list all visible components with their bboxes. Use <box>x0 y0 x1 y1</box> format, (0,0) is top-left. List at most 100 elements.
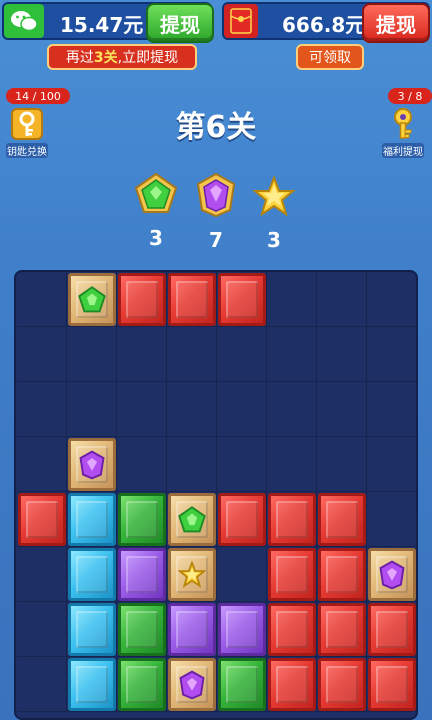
block-red[interactable] <box>318 658 366 711</box>
block-green[interactable] <box>218 658 266 711</box>
gold-star-icon <box>252 175 296 217</box>
board-cell <box>267 437 317 492</box>
green-gem-icon <box>178 505 206 532</box>
wechat-icon <box>4 4 44 38</box>
block-red[interactable] <box>218 493 266 546</box>
block-bevel <box>326 611 358 648</box>
board-cell <box>217 547 267 602</box>
cash-amount: 15.47元 <box>60 13 144 37</box>
redpacket-amount: 666.8元 <box>282 13 366 37</box>
block-bevel <box>76 556 108 593</box>
red-packet-icon <box>224 4 258 38</box>
board-cell <box>367 437 416 492</box>
block-red[interactable] <box>168 273 216 326</box>
level-targets: 3 7 3 <box>132 172 302 262</box>
block-bevel <box>226 501 258 538</box>
purple-gem-icon <box>79 450 105 479</box>
target-green-count: 3 <box>149 226 163 250</box>
tip-highlight: 3关 <box>93 50 118 66</box>
withdraw-cash-button[interactable]: 提现 <box>146 3 214 43</box>
board-cell <box>367 272 416 327</box>
block-purple[interactable] <box>168 603 216 656</box>
board-cell <box>367 382 416 437</box>
block-green[interactable] <box>118 603 166 656</box>
board-cell <box>67 327 117 382</box>
board-cell <box>17 437 67 492</box>
block-bevel <box>126 666 158 703</box>
block-green[interactable] <box>118 658 166 711</box>
block-red[interactable] <box>318 548 366 601</box>
block-bevel <box>76 666 108 703</box>
block-bevel <box>276 666 308 703</box>
block-bevel <box>376 611 408 648</box>
block-red[interactable] <box>318 493 366 546</box>
purple-gem-icon <box>196 172 236 218</box>
block-red[interactable] <box>268 603 316 656</box>
board-cell <box>17 327 67 382</box>
board-cell <box>317 272 367 327</box>
block-bevel <box>276 611 308 648</box>
withdraw-redpacket-button[interactable]: 提现 <box>362 3 430 43</box>
cash-wallet: 15.47元 提现 <box>2 2 214 43</box>
target-purple-count: 7 <box>209 228 223 252</box>
board-cell <box>117 437 167 492</box>
block-bevel <box>126 501 158 538</box>
block-bevel <box>26 501 58 538</box>
target-star: 3 <box>250 175 298 252</box>
gem-block-star[interactable] <box>168 548 216 601</box>
gem-block-purple[interactable] <box>168 658 216 711</box>
block-red[interactable] <box>18 493 66 546</box>
board-cell <box>67 382 117 437</box>
block-bevel <box>326 501 358 538</box>
board-cell <box>317 382 367 437</box>
block-red[interactable] <box>268 658 316 711</box>
block-red[interactable] <box>368 603 416 656</box>
block-cyan[interactable] <box>68 493 116 546</box>
block-bevel <box>126 556 158 593</box>
block-red[interactable] <box>118 273 166 326</box>
game-board[interactable] <box>14 270 418 720</box>
block-bevel <box>226 666 258 703</box>
board-cell <box>317 327 367 382</box>
block-red[interactable] <box>218 273 266 326</box>
block-bevel <box>76 611 108 648</box>
board-cell <box>17 547 67 602</box>
top-bar: 15.47元 提现 666.8元 提现 <box>0 0 432 48</box>
redpacket-wallet: 666.8元 提现 <box>222 2 430 43</box>
board-cell <box>317 437 367 492</box>
block-cyan[interactable] <box>68 603 116 656</box>
board-cell <box>17 272 67 327</box>
block-red[interactable] <box>318 603 366 656</box>
gem-block-green[interactable] <box>68 273 116 326</box>
gem-block-purple[interactable] <box>68 438 116 491</box>
board-cell <box>117 382 167 437</box>
block-bevel <box>276 501 308 538</box>
board-cell <box>117 327 167 382</box>
board-cell <box>267 382 317 437</box>
board-cell <box>17 602 67 657</box>
block-cyan[interactable] <box>68 658 116 711</box>
block-green[interactable] <box>118 493 166 546</box>
gem-block-purple[interactable] <box>368 548 416 601</box>
board-cell <box>167 327 217 382</box>
block-red[interactable] <box>368 658 416 711</box>
board-cell <box>267 327 317 382</box>
block-purple[interactable] <box>218 603 266 656</box>
block-purple[interactable] <box>118 548 166 601</box>
block-red[interactable] <box>268 493 316 546</box>
block-bevel <box>226 611 258 648</box>
gem-block-green[interactable] <box>168 493 216 546</box>
target-star-count: 3 <box>267 228 281 252</box>
gold-star-icon <box>178 560 206 588</box>
block-red[interactable] <box>268 548 316 601</box>
claimable-tip[interactable]: 可领取 <box>296 44 364 70</box>
tip-prefix: 再过 <box>65 50 94 66</box>
block-bevel <box>326 666 358 703</box>
board-cell <box>367 492 416 547</box>
block-bevel <box>176 281 208 318</box>
board-cell <box>17 382 67 437</box>
target-purple-gem: 7 <box>192 172 240 252</box>
board-cell <box>167 437 217 492</box>
block-bevel <box>276 556 308 593</box>
block-cyan[interactable] <box>68 548 116 601</box>
